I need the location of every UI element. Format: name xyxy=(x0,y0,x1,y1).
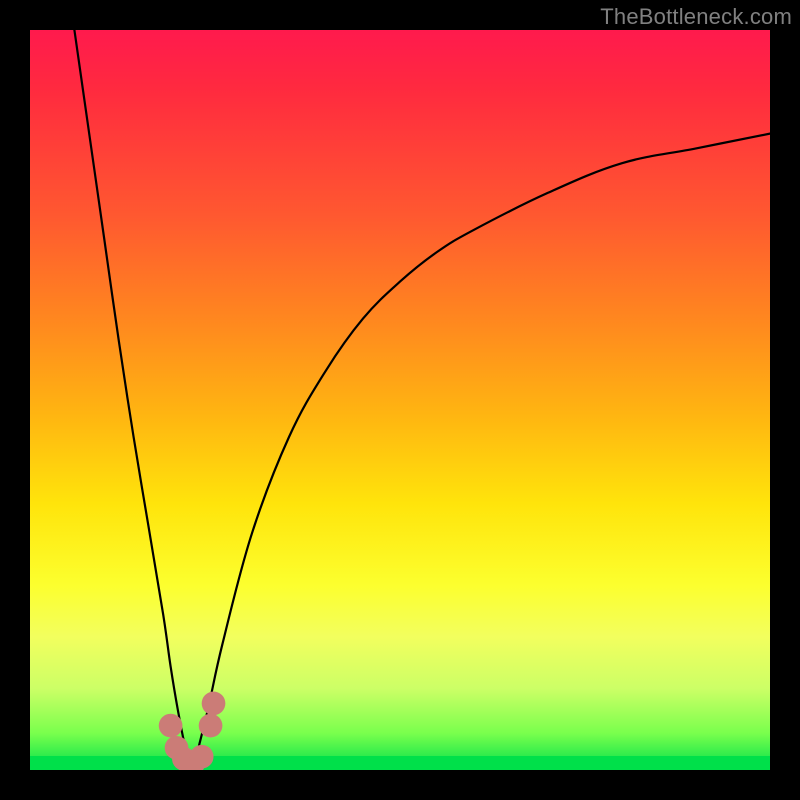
marker-dot xyxy=(190,745,214,769)
curve-layer xyxy=(30,30,770,770)
attribution-text: TheBottleneck.com xyxy=(600,4,792,30)
marker-dot xyxy=(202,692,226,716)
marker-cluster xyxy=(159,692,226,770)
curve-right-branch xyxy=(193,134,770,770)
marker-dot xyxy=(159,714,183,738)
marker-dot xyxy=(199,714,223,738)
plot-area xyxy=(30,30,770,770)
curve-left-branch xyxy=(74,30,192,770)
outer-frame: TheBottleneck.com xyxy=(0,0,800,800)
